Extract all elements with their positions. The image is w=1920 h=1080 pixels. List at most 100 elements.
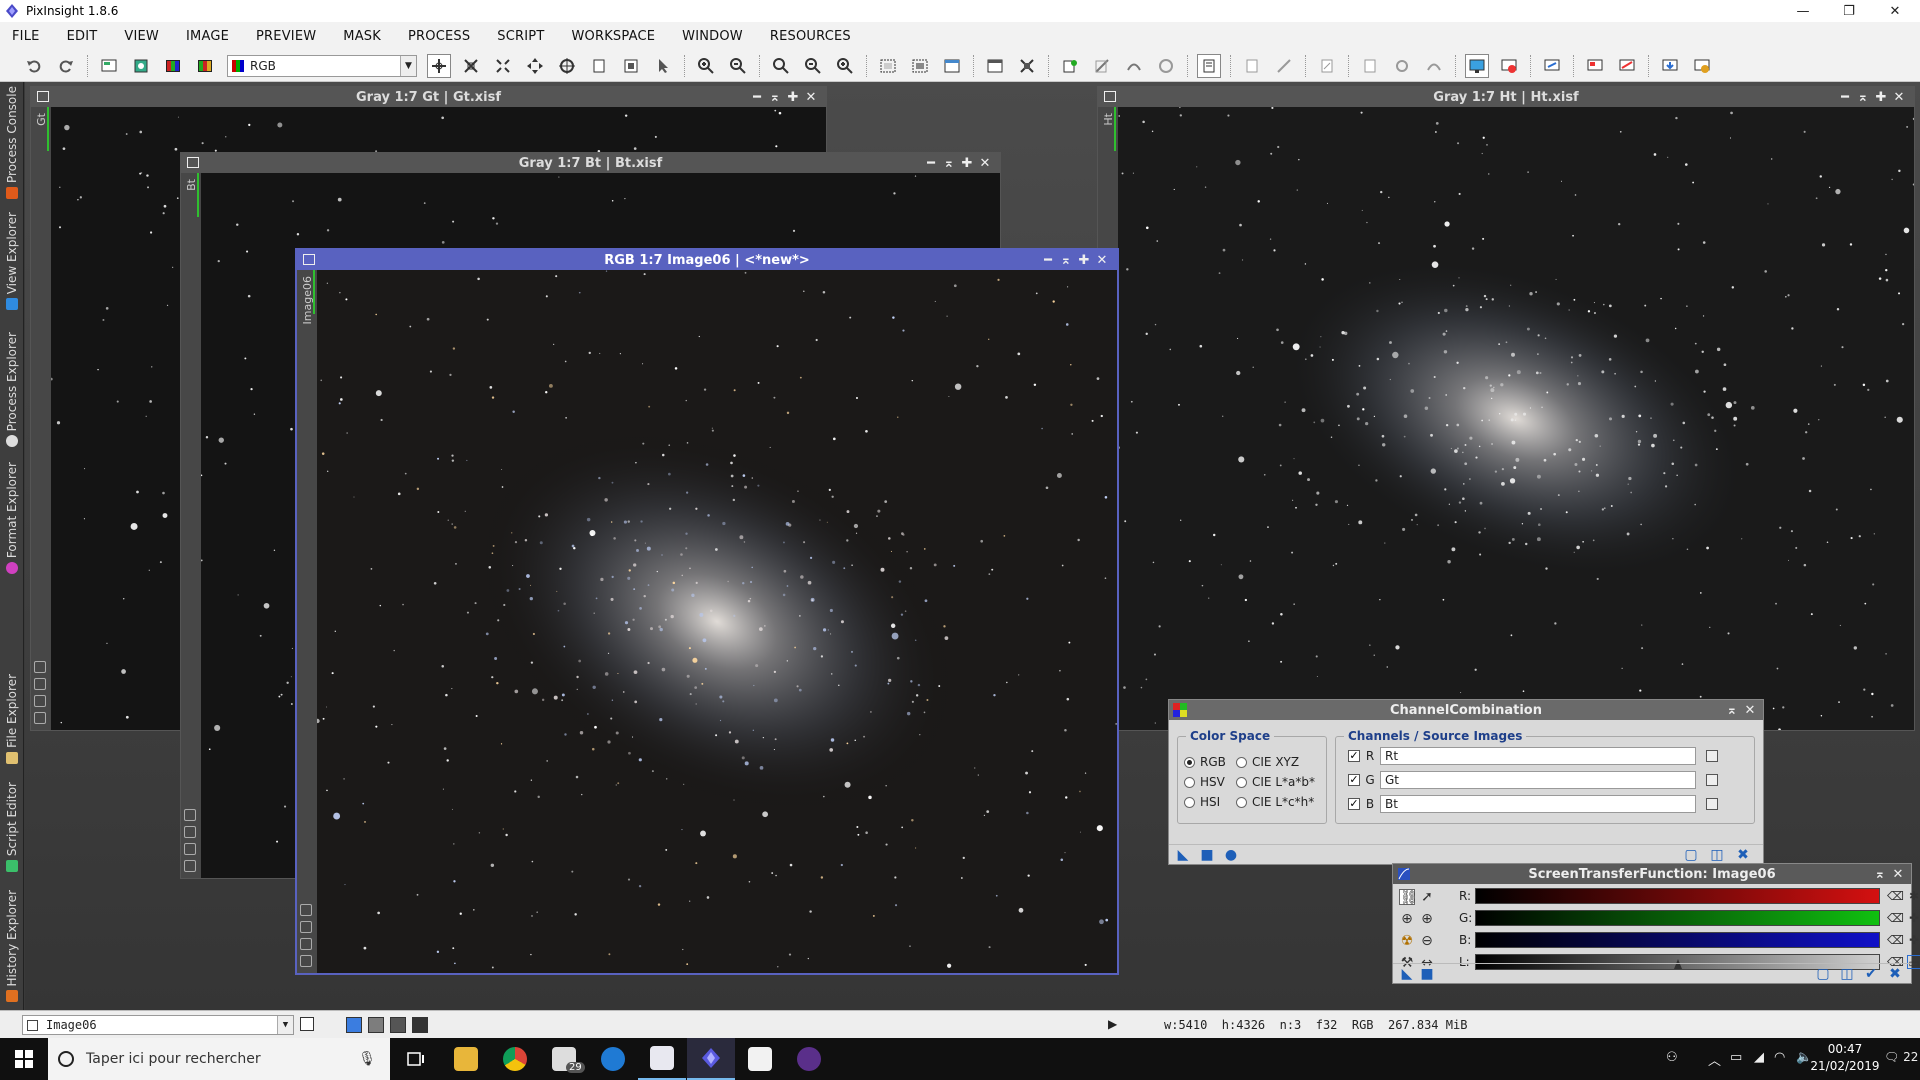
view-tab[interactable]: Bt: [181, 173, 201, 878]
redo-icon[interactable]: [54, 54, 78, 78]
radio-rgb[interactable]: RGB: [1184, 755, 1226, 769]
select-preview-icon[interactable]: [876, 54, 900, 78]
window-menu-icon[interactable]: [37, 91, 49, 102]
new-instance-icon[interactable]: ◣: [1175, 847, 1191, 863]
checkmark-icon[interactable]: ✔: [1863, 966, 1879, 982]
chevron-up-icon[interactable]: ︿: [1708, 1050, 1721, 1069]
new-preview-icon[interactable]: [908, 54, 932, 78]
stf-slider-b[interactable]: [1475, 932, 1880, 948]
channel-image-icon[interactable]: [193, 54, 217, 78]
rgb-image-icon[interactable]: [161, 54, 185, 78]
taskbar-edge[interactable]: [589, 1038, 637, 1080]
menu-process[interactable]: PROCESS: [408, 29, 470, 44]
view-icon-b[interactable]: [34, 678, 46, 690]
window-titlebar[interactable]: Gray 1:7 Bt | Bt.xisf ━ ⌅ ✚ ✕: [181, 153, 1000, 173]
window-titlebar[interactable]: Gray 1:7 Ht | Ht.xisf ━ ⌅ ✚ ✕: [1098, 87, 1914, 107]
dock-tab-process-explorer[interactable]: Process Explorer: [0, 332, 24, 448]
shade-icon[interactable]: ⌅: [1871, 867, 1889, 882]
channel-r-source-input[interactable]: Rt: [1380, 747, 1696, 765]
zoom-out-icon[interactable]: [726, 54, 750, 78]
zoom-in-icon[interactable]: [694, 54, 718, 78]
task-view-button[interactable]: [392, 1038, 440, 1080]
apply-icon[interactable]: ■: [1419, 966, 1435, 982]
process-icon-7[interactable]: [1315, 54, 1339, 78]
process-icon-8[interactable]: [1358, 54, 1382, 78]
center-view-icon[interactable]: [555, 54, 579, 78]
reset-channel-icon[interactable]: ⌫: [1887, 933, 1904, 947]
taskbar-calculator[interactable]: [736, 1038, 784, 1080]
channel-g-checkbox[interactable]: ✓: [1348, 774, 1360, 786]
maximize-button[interactable]: ❐: [1826, 0, 1872, 22]
stf-slider-g[interactable]: [1475, 910, 1880, 926]
readout-mode-icon[interactable]: [427, 53, 451, 78]
process-icon-2[interactable]: [1090, 54, 1114, 78]
view-icon-b[interactable]: [300, 921, 312, 933]
taskbar-chrome[interactable]: [491, 1038, 539, 1080]
minimize-button[interactable]: —: [1780, 0, 1826, 22]
process-icon-1[interactable]: [1058, 54, 1082, 78]
close-icon[interactable]: ✕: [1889, 867, 1907, 882]
taskbar-app[interactable]: [638, 1038, 686, 1080]
taskbar-app2[interactable]: [785, 1038, 833, 1080]
color-manage-icon[interactable]: [1497, 54, 1521, 78]
reset-channel-icon[interactable]: ⌫: [1887, 911, 1904, 925]
settings-icon[interactable]: ✱: [1907, 889, 1920, 903]
dock-tab-history-explorer[interactable]: History Explorer: [0, 890, 24, 1003]
process-icon-4[interactable]: [1154, 54, 1178, 78]
minimize-icon[interactable]: ━: [1836, 90, 1854, 105]
channel-combination-panel[interactable]: ChannelCombination ⌅ ✕ Color Space RGB HS…: [1168, 699, 1764, 865]
new-instance-icon[interactable]: ◣: [1399, 966, 1415, 982]
display-settings-icon[interactable]: [1690, 54, 1714, 78]
view-icon-d[interactable]: [184, 860, 196, 872]
close-icon[interactable]: ✕: [802, 90, 820, 105]
image-canvas[interactable]: [317, 270, 1117, 973]
maximize-icon[interactable]: ✚: [784, 90, 802, 105]
process-icon-3[interactable]: [1122, 54, 1146, 78]
zoom-minus-icon[interactable]: [801, 54, 825, 78]
dock-tab-process-console[interactable]: Process Console: [0, 86, 24, 199]
radio-cie-lch[interactable]: CIE L*c*h*: [1236, 795, 1314, 809]
shade-icon[interactable]: ⌅: [940, 156, 958, 171]
microphone-icon[interactable]: 🎙: [358, 1051, 376, 1067]
zoom-plus-icon[interactable]: [833, 54, 857, 78]
channel-g-source-input[interactable]: Gt: [1380, 771, 1696, 789]
shade-icon[interactable]: ⌅: [1723, 703, 1741, 718]
screen-share-icon[interactable]: [1540, 54, 1564, 78]
panel-titlebar[interactable]: ChannelCombination ⌅ ✕: [1169, 700, 1763, 720]
people-icon[interactable]: ⚇: [1666, 1050, 1678, 1065]
dock-tab-file-explorer[interactable]: File Explorer: [0, 674, 24, 764]
view-tab[interactable]: Gt: [31, 107, 51, 730]
display-icon[interactable]: [1658, 54, 1682, 78]
view-selector[interactable]: Image06 ▼: [22, 1015, 294, 1035]
menu-image[interactable]: IMAGE: [186, 29, 229, 44]
maximize-icon[interactable]: ✚: [1872, 90, 1890, 105]
menu-workspace[interactable]: WORKSPACE: [571, 29, 655, 44]
radio-hsi[interactable]: HSI: [1184, 795, 1220, 809]
close-icon[interactable]: ✕: [976, 156, 994, 171]
undo-icon[interactable]: [22, 54, 46, 78]
select-image-button[interactable]: [1706, 798, 1718, 810]
process-icon-10[interactable]: [1422, 54, 1446, 78]
shade-icon[interactable]: ⌅: [766, 90, 784, 105]
view-tab[interactable]: Image06: [297, 270, 317, 973]
explorer-toggle-icon[interactable]: [300, 1017, 314, 1031]
taskbar-search[interactable]: Taper ici pour rechercher 🎙: [48, 1038, 390, 1080]
browse-docs-icon[interactable]: ▢: [1683, 847, 1699, 863]
menu-script[interactable]: SCRIPT: [497, 29, 544, 44]
stf-panel[interactable]: ScreenTransferFunction: Image06 ⌅ ✕ ⛓ ➚ ⊕…: [1392, 863, 1920, 984]
stf-link-icon[interactable]: [1197, 53, 1221, 78]
menu-edit[interactable]: EDIT: [67, 29, 98, 44]
close-icon[interactable]: ✕: [1890, 90, 1908, 105]
zoom-1-1-icon[interactable]: [769, 54, 793, 78]
channel-b-source-input[interactable]: Bt: [1380, 795, 1696, 813]
wifi-icon[interactable]: ◠: [1774, 1050, 1785, 1065]
system-clock[interactable]: 00:47 21/02/2019: [1808, 1041, 1882, 1075]
window-titlebar[interactable]: RGB 1:7 Image06 | <*new*> ━ ⌅ ✚ ✕: [297, 250, 1117, 270]
radio-hsv[interactable]: HSV: [1184, 775, 1225, 789]
edit-preview-icon[interactable]: [940, 54, 964, 78]
maximize-icon[interactable]: ✚: [958, 156, 976, 171]
network-icon[interactable]: ◢: [1754, 1050, 1764, 1065]
reset-icon[interactable]: ✖: [1887, 966, 1903, 982]
play-icon[interactable]: ▶: [1108, 1017, 1117, 1031]
dock-tab-script-editor[interactable]: Script Editor: [0, 782, 24, 873]
